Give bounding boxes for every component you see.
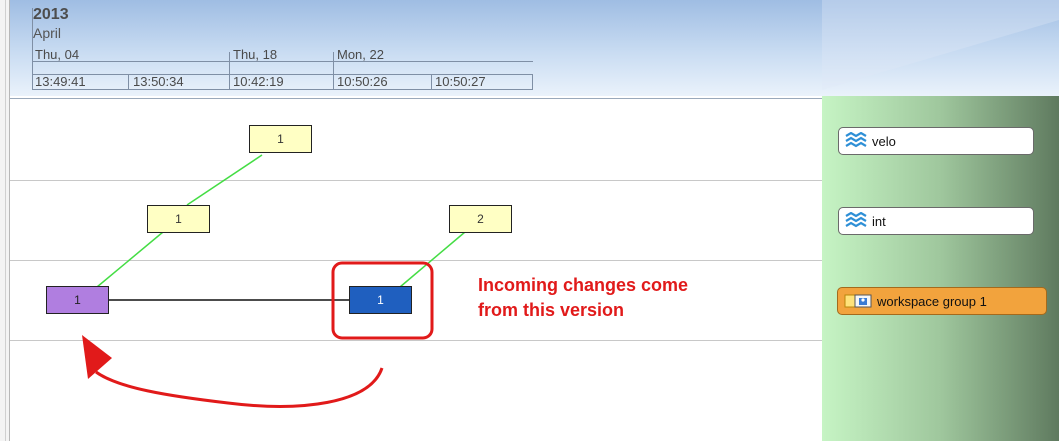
- version-node-label: 1: [175, 212, 182, 226]
- annotation-text: Incoming changes come from this version: [478, 275, 689, 320]
- merge-arrow-icon: [95, 367, 384, 408]
- version-node[interactable]: 2: [449, 205, 512, 233]
- branch-label-workspace-group[interactable]: workspace group 1: [837, 287, 1047, 315]
- branch-label-text: int: [872, 213, 886, 229]
- version-node[interactable]: 1: [46, 286, 109, 314]
- branch-waves-icon: [845, 212, 867, 230]
- version-node-label: 1: [277, 132, 284, 146]
- version-node-label: 1: [377, 293, 384, 307]
- branch-link-line: [96, 231, 164, 288]
- branch-label-velo[interactable]: velo: [838, 127, 1034, 155]
- branch-waves-icon: [845, 132, 867, 150]
- version-node-selected[interactable]: 1: [349, 286, 412, 314]
- version-node[interactable]: 1: [249, 125, 312, 153]
- branch-label-text: workspace group 1: [877, 293, 987, 309]
- branch-link-line: [186, 154, 263, 206]
- workspace-group-icon: [844, 293, 872, 309]
- version-node-label: 2: [477, 212, 484, 226]
- branch-label-int[interactable]: int: [838, 207, 1034, 235]
- version-node-label: 1: [74, 293, 81, 307]
- version-node[interactable]: 1: [147, 205, 210, 233]
- branch-label-text: velo: [872, 133, 896, 149]
- version-tree-window: 2013 April Thu, 04 Thu, 18 Mon, 22 13:49…: [0, 0, 1059, 441]
